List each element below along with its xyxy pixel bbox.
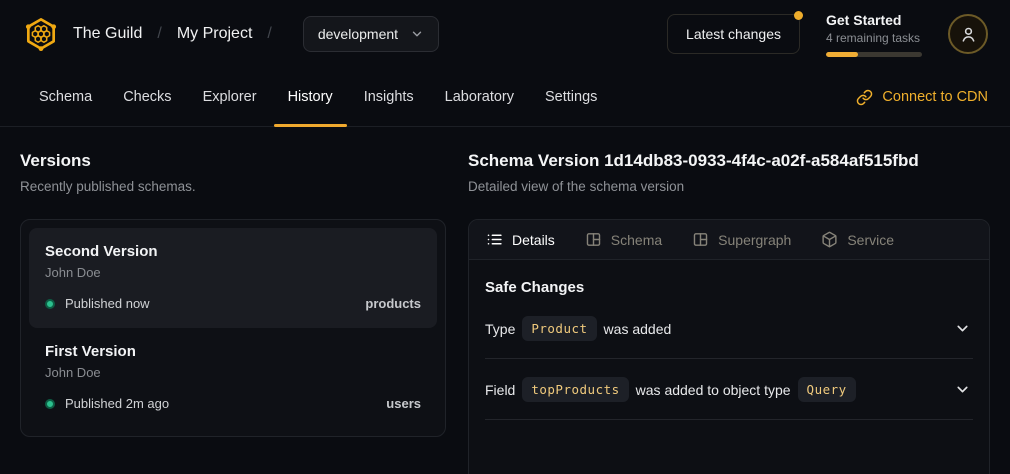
schema-version-card: Details Schema Supergraph Service Safe Chan…: [468, 219, 990, 474]
connect-to-cdn-link[interactable]: Connect to CDN: [856, 68, 988, 126]
chevron-down-icon: [410, 27, 424, 41]
cube-icon: [821, 231, 838, 248]
code-badge: topProducts: [522, 377, 628, 402]
schema-version-subtitle: Detailed view of the schema version: [468, 179, 990, 194]
detail-body: Safe Changes Type Product was added Fieldto…: [469, 260, 989, 420]
target-dropdown[interactable]: development: [303, 16, 439, 52]
detail-tab-details[interactable]: Details: [486, 231, 555, 248]
user-avatar[interactable]: [948, 14, 988, 54]
version-title: Second Version: [45, 243, 421, 260]
latest-changes-label: Latest changes: [686, 26, 781, 42]
versions-panel: Versions Recently published schemas. Sec…: [20, 127, 446, 474]
change-row[interactable]: Field topProducts was added to object type…: [485, 359, 973, 420]
chevron-down-icon[interactable]: [954, 320, 971, 337]
main-content: Versions Recently published schemas. Sec…: [0, 127, 1010, 474]
version-title: First Version: [45, 343, 421, 360]
schema-version-title: Schema Version 1d14db83-0933-4f4c-a02f-a…: [468, 151, 990, 171]
detail-tab-label: Supergraph: [718, 232, 791, 248]
get-started-widget[interactable]: Get Started 4 remaining tasks: [826, 12, 922, 57]
connect-to-cdn-label: Connect to CDN: [882, 89, 988, 105]
guild-logo-icon[interactable]: [22, 15, 60, 53]
get-started-progressbar: [826, 52, 922, 57]
detail-tab-service[interactable]: Service: [821, 231, 894, 248]
nav-tab-schema[interactable]: Schema: [25, 68, 106, 126]
version-item[interactable]: Second Version John Doe Published now produ…: [29, 228, 437, 328]
versions-title: Versions: [20, 151, 446, 171]
versions-list: Second Version John Doe Published now produ…: [20, 219, 446, 437]
breadcrumb-separator: /: [157, 25, 161, 43]
target-dropdown-value: development: [318, 26, 398, 42]
detail-tab-label: Schema: [611, 232, 662, 248]
detail-tab-supergraph[interactable]: Supergraph: [692, 231, 791, 248]
change-text: Field: [485, 382, 515, 398]
version-author: John Doe: [45, 365, 421, 380]
safe-changes-heading: Safe Changes: [485, 279, 973, 296]
nav-tab-history[interactable]: History: [274, 68, 347, 126]
versions-subtitle: Recently published schemas.: [20, 179, 446, 194]
nav-tab-settings[interactable]: Settings: [531, 68, 611, 126]
detail-tab-list: Details Schema Supergraph Service: [469, 220, 989, 260]
version-meta: Published now products: [45, 296, 421, 311]
nav-tab-checks[interactable]: Checks: [109, 68, 185, 126]
detail-tab-schema[interactable]: Schema: [585, 231, 662, 248]
nav-tab-laboratory[interactable]: Laboratory: [431, 68, 528, 126]
service-name: users: [386, 396, 421, 411]
change-text: was added to object type: [636, 382, 791, 398]
published-label: Published 2m ago: [65, 396, 169, 411]
get-started-progress-fill: [826, 52, 858, 57]
top-header: The Guild / My Project / development Lat…: [0, 0, 1010, 68]
columns-icon: [692, 231, 709, 248]
change-row[interactable]: Type Product was added: [485, 298, 973, 359]
published-label: Published now: [65, 296, 150, 311]
service-name: products: [365, 296, 421, 311]
change-text: was added: [604, 321, 672, 337]
version-item[interactable]: First Version John Doe Published 2m ago use…: [29, 328, 437, 428]
breadcrumb-project[interactable]: My Project: [177, 25, 253, 43]
columns-icon: [585, 231, 602, 248]
nav-tab-explorer[interactable]: Explorer: [189, 68, 271, 126]
published-status-icon: [45, 299, 55, 309]
header-right-group: Latest changes Get Started 4 remaining t…: [667, 12, 988, 57]
person-icon: [959, 25, 978, 44]
nav-tab-list: SchemaChecksExplorerHistoryInsightsLabor…: [25, 68, 614, 126]
code-badge: Product: [522, 316, 596, 341]
change-text: Type: [485, 321, 515, 337]
nav-tab-insights[interactable]: Insights: [350, 68, 428, 126]
detail-tab-label: Service: [847, 232, 894, 248]
version-author: John Doe: [45, 265, 421, 280]
notification-dot: [794, 11, 803, 20]
version-meta: Published 2m ago users: [45, 396, 421, 411]
changes-list: Type Product was added Field topProducts was …: [485, 298, 973, 420]
chevron-down-icon[interactable]: [954, 381, 971, 398]
breadcrumb-separator: /: [267, 25, 271, 43]
schema-version-panel: Schema Version 1d14db83-0933-4f4c-a02f-a…: [468, 127, 990, 474]
code-badge: Query: [798, 377, 856, 402]
list-icon: [486, 231, 503, 248]
link-chain-icon: [856, 89, 873, 106]
breadcrumb-org[interactable]: The Guild: [73, 25, 142, 43]
main-nav: SchemaChecksExplorerHistoryInsightsLabor…: [0, 68, 1010, 127]
get-started-subtitle: 4 remaining tasks: [826, 31, 922, 45]
get-started-title: Get Started: [826, 12, 922, 28]
latest-changes-button[interactable]: Latest changes: [667, 14, 800, 54]
published-status-icon: [45, 399, 55, 409]
detail-tab-label: Details: [512, 232, 555, 248]
